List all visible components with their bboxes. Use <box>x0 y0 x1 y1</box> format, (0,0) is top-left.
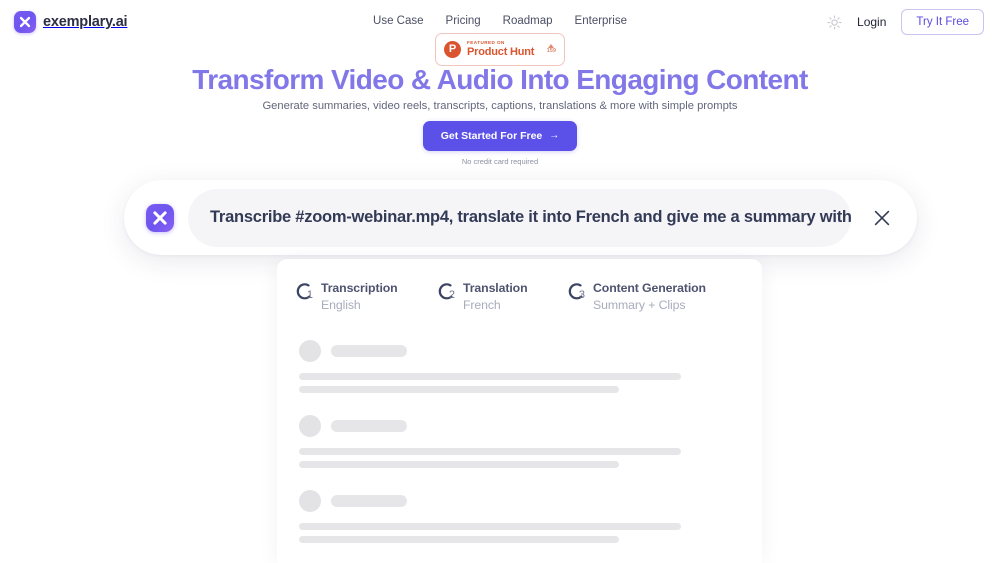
loading-skeleton <box>277 312 762 563</box>
pipeline-steps: 1 Transcription English 2 Translation Fr… <box>277 259 762 312</box>
skeleton-line <box>299 386 619 393</box>
close-icon[interactable] <box>865 201 899 235</box>
product-hunt-title: Product Hunt <box>467 46 535 59</box>
brand-name: exemplary.ai <box>43 14 128 30</box>
product-hunt-icon: P <box>444 41 461 58</box>
skeleton-label <box>331 345 407 357</box>
sun-icon[interactable] <box>826 14 842 30</box>
page-subtitle: Generate summaries, video reels, transcr… <box>262 100 738 112</box>
nav-item-roadmap[interactable]: Roadmap <box>503 15 553 27</box>
skeleton-line <box>299 461 619 468</box>
header-actions: Login Try It Free <box>826 9 984 35</box>
step-transcription: 1 Transcription English <box>295 281 437 312</box>
step-subtitle: Summary + Clips <box>593 298 686 312</box>
nav-item-enterprise[interactable]: Enterprise <box>575 15 627 27</box>
step-content-generation: 3 Content Generation Summary + Clips <box>567 281 706 312</box>
skeleton-row <box>299 415 762 468</box>
cta-note: No credit card required <box>461 157 539 166</box>
main-nav: Use Case Pricing Roadmap Enterprise <box>373 15 627 27</box>
step-title: Translation <box>463 281 528 295</box>
landing-page: exemplary.ai Use Case Pricing Roadmap En… <box>0 0 1000 563</box>
skeleton-header <box>299 490 762 512</box>
brand-logo-link[interactable]: exemplary.ai <box>14 11 128 33</box>
step-translation: 2 Translation French <box>437 281 567 312</box>
step-text: Translation French <box>463 281 528 312</box>
x-logo-icon <box>146 203 174 232</box>
skeleton-line <box>299 536 619 543</box>
step-text: Transcription English <box>321 281 398 312</box>
nav-item-use-case[interactable]: Use Case <box>373 15 424 27</box>
step-title: Transcription <box>321 281 398 295</box>
step-number: 1 <box>306 289 313 301</box>
step-number: 2 <box>448 289 455 301</box>
skeleton-row <box>299 490 762 543</box>
product-hunt-count: 159 <box>546 48 556 55</box>
nav-item-pricing[interactable]: Pricing <box>446 15 481 27</box>
skeleton-line <box>299 523 681 530</box>
prompt-input[interactable]: Transcribe #zoom-webinar.mp4, translate … <box>188 188 851 247</box>
step-text: Content Generation Summary + Clips <box>593 281 706 312</box>
arrow-right-icon: → <box>549 130 560 141</box>
skeleton-row <box>299 340 762 393</box>
spinner-icon: 2 <box>437 282 456 301</box>
step-title: Content Generation <box>593 281 706 295</box>
get-started-label: Get Started For Free <box>440 130 543 142</box>
result-card: 1 Transcription English 2 Translation Fr… <box>277 259 762 563</box>
step-subtitle: English <box>321 298 361 312</box>
prompt-bar: Transcribe #zoom-webinar.mp4, translate … <box>124 180 917 255</box>
skeleton-avatar <box>299 490 321 512</box>
x-logo-icon <box>14 11 36 33</box>
product-hunt-badge[interactable]: P FEATURED ON Product Hunt 159 <box>435 33 565 66</box>
skeleton-line <box>299 448 681 455</box>
get-started-button[interactable]: Get Started For Free → <box>422 121 578 151</box>
step-subtitle: French <box>463 298 501 312</box>
skeleton-avatar <box>299 340 321 362</box>
spinner-icon: 3 <box>567 282 586 301</box>
skeleton-header <box>299 415 762 437</box>
skeleton-label <box>331 495 407 507</box>
login-link[interactable]: Login <box>857 15 886 29</box>
product-hunt-text: FEATURED ON Product Hunt <box>467 39 541 59</box>
spinner-icon: 1 <box>295 282 314 301</box>
product-hunt-kicker: FEATURED ON <box>467 39 505 45</box>
skeleton-label <box>331 420 407 432</box>
skeleton-line <box>299 373 681 380</box>
skeleton-header <box>299 340 762 362</box>
skeleton-avatar <box>299 415 321 437</box>
step-number: 3 <box>578 289 585 301</box>
product-hunt-votes: 159 <box>547 44 556 55</box>
cta-section: Get Started For Free → No credit card re… <box>0 121 1000 166</box>
page-title: Transform Video & Audio Into Engaging Co… <box>192 64 808 95</box>
try-it-free-button[interactable]: Try It Free <box>901 9 984 35</box>
